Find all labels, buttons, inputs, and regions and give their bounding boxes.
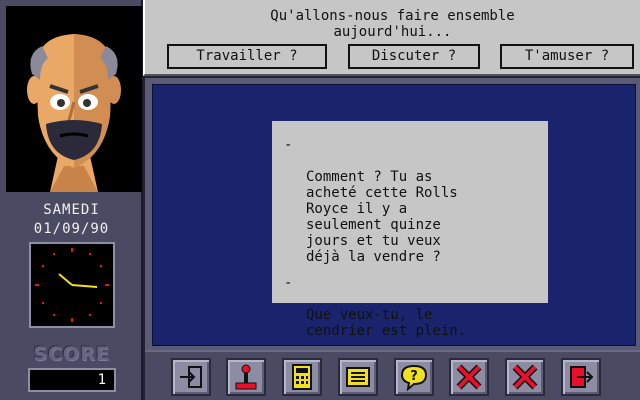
question-text: Qu'allons-nous faire ensemble aujourd'hu… [270, 8, 515, 40]
exit-button[interactable] [561, 358, 601, 396]
discuss-choice-button[interactable]: Discuter ? [348, 44, 480, 69]
date-label: 01/09/90 [33, 221, 110, 237]
left-panel: SAMEDI 01/09/90 SCORE 1 [0, 0, 143, 400]
dialogue-line-text: Comment ? Tu as acheté cette Rolls Royce… [306, 169, 458, 265]
dialogue-line-text: Que veux-tu, le cendrier est plein. [306, 307, 467, 339]
play-choice-button[interactable]: T'amuser ? [500, 44, 634, 69]
cancel-button[interactable] [505, 358, 545, 396]
day-label: SAMEDI [43, 202, 100, 218]
score-value: 1 [28, 368, 116, 392]
dialogue-line: - Comment ? Tu as acheté cette Rolls Roy… [284, 137, 536, 265]
cancel-icon [456, 364, 482, 390]
cancel-button[interactable] [449, 358, 489, 396]
enter-icon [180, 366, 202, 388]
enter-button[interactable] [171, 358, 211, 396]
svg-text:?: ? [410, 369, 418, 384]
help-icon: ? [400, 364, 428, 391]
score-label: SCORE [33, 343, 110, 365]
help-button[interactable]: ? [394, 358, 434, 396]
work-choice-button[interactable]: Travailler ? [167, 44, 327, 69]
toolbar: ? [145, 350, 640, 400]
notepad-button[interactable] [338, 358, 378, 396]
calculator-icon [292, 364, 312, 390]
dialogue-frame: - Comment ? Tu as acheté cette Rolls Roy… [145, 78, 640, 350]
question-panel: Qu'allons-nous faire ensemble aujourd'hu… [143, 0, 640, 76]
exit-icon [570, 366, 594, 388]
dialogue-line: - Que veux-tu, le cendrier est plein. [284, 275, 536, 339]
speech-box: - Comment ? Tu as acheté cette Rolls Roy… [272, 121, 548, 339]
joystick-button[interactable] [226, 358, 266, 396]
dialogue-bullet: - [284, 137, 293, 153]
cancel-icon [512, 364, 538, 390]
joystick-icon [235, 364, 257, 390]
dialogue-bullet: - [284, 275, 293, 291]
calculator-button[interactable] [282, 358, 322, 396]
clock-icon [29, 242, 115, 328]
character-portrait [6, 6, 142, 192]
dialogue-area: - Comment ? Tu as acheté cette Rolls Roy… [152, 84, 636, 346]
notepad-icon [346, 367, 370, 387]
